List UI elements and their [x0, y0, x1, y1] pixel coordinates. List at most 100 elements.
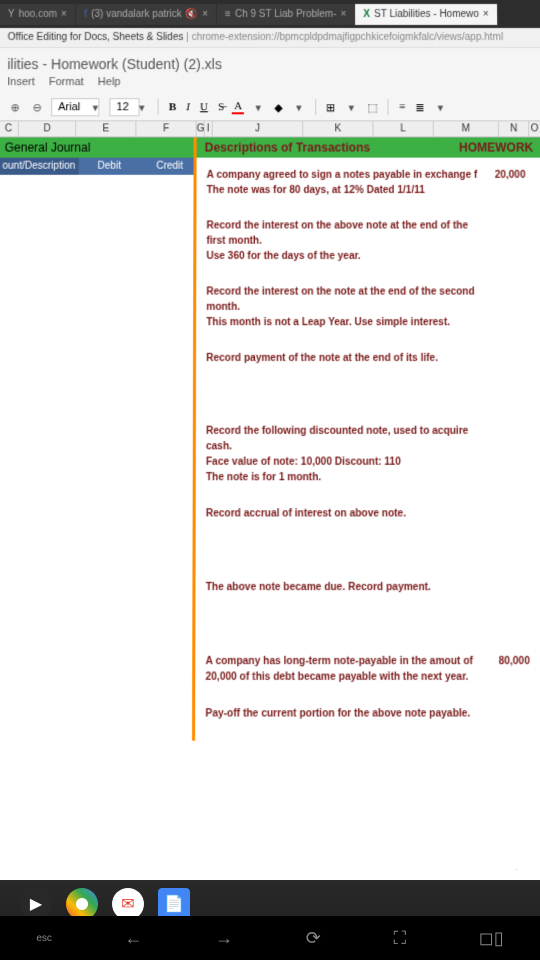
- transactions-body[interactable]: A company agreed to sign a notes payable…: [195, 158, 540, 741]
- tab-favicon: Y: [8, 8, 15, 19]
- transaction-line: This month is not a Leap Year. Use simpl…: [206, 315, 533, 330]
- transaction-text: Pay-off the current portion for the abov…: [205, 706, 485, 722]
- borders-button[interactable]: ⊞: [324, 101, 337, 114]
- transaction-amount: [483, 351, 534, 366]
- transaction-line: Record the following discounted note, us…: [206, 424, 534, 455]
- journal-panel: General Journal ount/Description Debit C…: [0, 137, 197, 740]
- chevron-down-icon[interactable]: ▾: [343, 99, 359, 115]
- transaction-amount: [482, 218, 533, 248]
- journal-body[interactable]: [0, 175, 197, 741]
- menu-help[interactable]: Help: [98, 76, 121, 88]
- transaction-text: 20,000 of this debt became payable with …: [205, 669, 485, 685]
- refresh-button[interactable]: ⟳: [306, 928, 321, 949]
- close-icon[interactable]: ×: [341, 8, 347, 19]
- toolbar: ⊕ ⊖ Arial ▾ 12 ▾ B I U S̶ A ▾ ◆ ▾ ⊞ ▾ ⬚ …: [0, 94, 540, 121]
- separator: [388, 99, 389, 115]
- transaction-block: A company has long-term note-payable in …: [195, 647, 540, 699]
- forward-button[interactable]: →: [215, 928, 233, 949]
- transaction-line: 20,000 of this debt became payable with …: [205, 669, 536, 685]
- chevron-down-icon[interactable]: ▾: [87, 99, 103, 115]
- transaction-text: This month is not a Leap Year. Use simpl…: [206, 315, 482, 330]
- close-icon[interactable]: ×: [202, 8, 208, 19]
- transaction-line: The above note became due. Record paymen…: [206, 580, 536, 596]
- transaction-text: The above note became due. Record paymen…: [206, 580, 485, 596]
- transaction-text: Record the interest on the above note at…: [206, 218, 481, 248]
- transaction-text: Record payment of the note at the end of…: [206, 351, 482, 366]
- transaction-amount: [483, 424, 534, 455]
- col-debit: Debit: [79, 158, 139, 175]
- column-header[interactable]: C: [0, 121, 19, 136]
- back-button[interactable]: ←: [125, 928, 143, 949]
- column-header[interactable]: M: [434, 121, 499, 136]
- transaction-block: The above note became due. Record paymen…: [195, 573, 540, 647]
- tab-label: Ch 9 ST Liab Problem-: [235, 8, 337, 19]
- valign-button[interactable]: ≣: [413, 101, 426, 114]
- browser-tab-active[interactable]: X ST Liabilities - Homewo ×: [355, 3, 497, 24]
- column-header[interactable]: E: [76, 121, 136, 136]
- separator: [158, 99, 159, 115]
- transaction-line: A company agreed to sign a notes payable…: [207, 168, 532, 183]
- close-icon[interactable]: 🔇: [186, 8, 198, 19]
- close-icon[interactable]: ×: [483, 8, 489, 19]
- column-header[interactable]: G: [197, 121, 205, 136]
- merge-button[interactable]: ⬚: [365, 101, 380, 114]
- tab-label: hoo.com: [19, 8, 57, 19]
- zoom-out-icon[interactable]: ⊖: [29, 99, 45, 115]
- chevron-down-icon[interactable]: ▾: [432, 99, 448, 115]
- separator: [315, 99, 316, 115]
- chevron-down-icon[interactable]: ▾: [134, 99, 150, 115]
- overview-button[interactable]: ◻▯: [479, 928, 504, 949]
- transaction-amount: [482, 284, 533, 315]
- transaction-text: A company agreed to sign a notes payable…: [207, 168, 482, 183]
- column-header[interactable]: O: [529, 121, 540, 136]
- column-header[interactable]: K: [303, 121, 373, 136]
- transaction-text: Record the interest on the note at the e…: [206, 284, 482, 315]
- transaction-line: Record the interest on the note at the e…: [206, 284, 533, 315]
- transaction-block: Pay-off the current portion for the abov…: [195, 700, 540, 737]
- tab-label: (3) vandalark patrick: [91, 8, 182, 19]
- close-icon[interactable]: ×: [61, 8, 67, 19]
- column-header[interactable]: D: [19, 121, 76, 136]
- italic-button[interactable]: I: [184, 101, 192, 113]
- browser-tab-bar: Y hoo.com × f (3) vandalark patrick 🔇 × …: [0, 0, 540, 28]
- column-header[interactable]: I: [205, 121, 213, 136]
- menu-format[interactable]: Format: [49, 76, 84, 88]
- tab-label: ST Liabilities - Homewo: [374, 8, 479, 19]
- menu-insert[interactable]: Insert: [7, 76, 35, 88]
- column-header[interactable]: F: [136, 121, 196, 136]
- transaction-block: Record the interest on the note at the e…: [196, 278, 540, 344]
- strikethrough-button[interactable]: S̶: [216, 101, 226, 113]
- browser-tab[interactable]: ≡ Ch 9 ST Liab Problem- ×: [217, 3, 354, 24]
- transaction-text: Use 360 for the days of the year.: [206, 249, 482, 264]
- transaction-text: Record the following discounted note, us…: [206, 424, 483, 455]
- col-credit: Credit: [139, 158, 199, 175]
- transaction-amount: [485, 706, 536, 722]
- column-header[interactable]: N: [499, 121, 529, 136]
- device-nav-bar: esc ← → ⟳ ⛶ ◻▯: [0, 916, 540, 960]
- tab-favicon: ≡: [225, 8, 231, 19]
- extension-url: chrome-extension://bpmcpldpdmajfigpchkic…: [192, 32, 504, 43]
- browser-tab[interactable]: f (3) vandalark patrick 🔇 ×: [76, 3, 216, 24]
- align-button[interactable]: ≡: [397, 101, 407, 113]
- esc-key[interactable]: esc: [36, 933, 52, 944]
- transaction-block: Record accrual of interest on above note…: [196, 500, 540, 574]
- homework-tag: HOMEWORK: [459, 140, 533, 154]
- chevron-down-icon[interactable]: ▾: [250, 99, 266, 115]
- bold-button[interactable]: B: [167, 101, 178, 113]
- document-title: ilities - Homework (Student) (2).xls: [0, 48, 540, 74]
- underline-button[interactable]: U: [198, 101, 210, 113]
- column-header[interactable]: L: [373, 121, 433, 136]
- fill-color-button[interactable]: ◆: [272, 101, 285, 114]
- tab-favicon: f: [84, 8, 87, 19]
- text-color-button[interactable]: A: [232, 100, 244, 114]
- tab-favicon: X: [363, 8, 370, 19]
- column-header[interactable]: J: [213, 121, 303, 136]
- menu-bar: Insert Format Help: [0, 74, 540, 94]
- zoom-in-icon[interactable]: ⊕: [7, 99, 23, 115]
- browser-tab[interactable]: Y hoo.com ×: [0, 3, 75, 24]
- chevron-down-icon[interactable]: ▾: [291, 99, 307, 115]
- transaction-text: The note was for 80 days, at 12% Dated 1…: [207, 183, 482, 198]
- transaction-line: Face value of note: 10,000 Discount: 110: [206, 454, 534, 469]
- fullscreen-button[interactable]: ⛶: [394, 928, 407, 949]
- spreadsheet-area[interactable]: CDEFGIJKLMNO General Journal ount/Descri…: [0, 121, 540, 907]
